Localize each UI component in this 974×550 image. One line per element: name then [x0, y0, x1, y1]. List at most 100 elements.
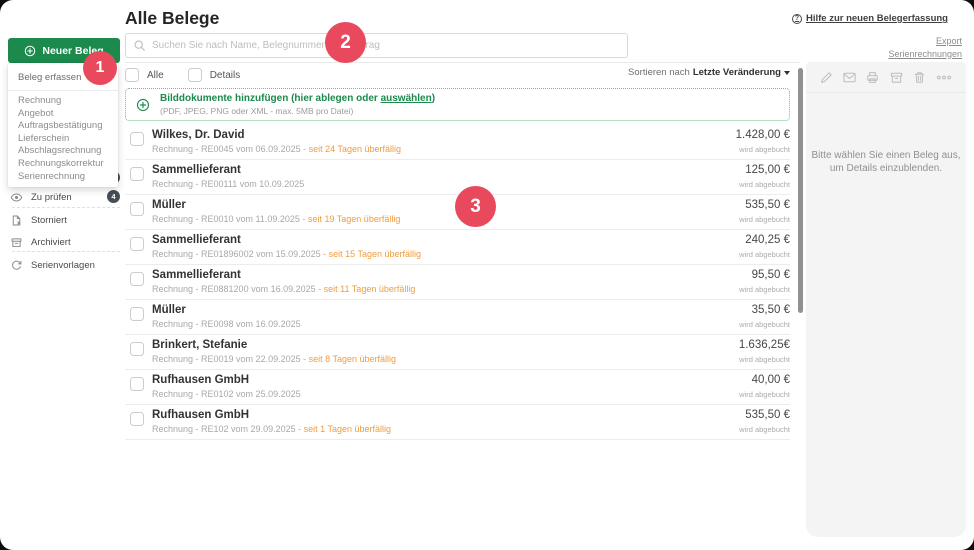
- overdue-label: - seit 15 Tagen überfällig: [321, 249, 421, 259]
- row-checkbox[interactable]: [130, 412, 144, 426]
- eye-icon: [10, 191, 23, 204]
- print-icon[interactable]: [865, 70, 880, 85]
- invoice-amount: 125,00 €: [745, 164, 790, 176]
- detail-panel: Bitte wählen Sie einen Beleg aus, um Det…: [806, 62, 966, 537]
- payment-note: wird abgebucht: [739, 145, 790, 154]
- invoice-meta: Rechnung - RE0019 vom 22.09.2025 - seit …: [152, 354, 396, 364]
- invoice-amount: 40,00 €: [752, 374, 790, 386]
- sidebar-item-storniert[interactable]: Storniert: [10, 212, 122, 228]
- invoice-name: Rufhausen GmbH: [152, 409, 249, 421]
- invoice-meta: Rechnung - RE00111 vom 10.09.2025: [152, 179, 304, 189]
- sidebar-separator: [12, 207, 120, 208]
- annotation-step-3: 3: [455, 186, 496, 227]
- dropzone-title: Bilddokumente hinzufügen (hier ablegen o…: [160, 93, 435, 105]
- overdue-label: - seit 1 Tagen überfällig: [296, 424, 391, 434]
- invoice-row[interactable]: Brinkert, Stefanie Rechnung - RE0019 vom…: [125, 335, 790, 370]
- invoice-amount: 35,50 €: [752, 304, 790, 316]
- menu-item-abschlagsrechnung[interactable]: Abschlagsrechnung: [8, 145, 118, 158]
- header-links: Export Serienrechnungen: [888, 35, 962, 60]
- invoice-row[interactable]: Sammellieferant Rechnung - RE0881200 vom…: [125, 265, 790, 300]
- page-title: Alle Belege: [125, 8, 219, 29]
- row-checkbox[interactable]: [130, 237, 144, 251]
- overdue-label: - seit 24 Tagen überfällig: [301, 144, 401, 154]
- sidebar-item-label: Serienvorlagen: [31, 260, 95, 271]
- recurring-icon: [10, 259, 23, 272]
- invoice-amount: 1.428,00 €: [736, 129, 790, 141]
- annotation-step-1: 1: [83, 51, 117, 85]
- invoice-row[interactable]: Müller Rechnung - RE0098 vom 16.09.2025 …: [125, 300, 790, 335]
- invoice-meta-text: Rechnung - RE0098 vom 16.09.2025: [152, 319, 301, 329]
- delete-trash-icon[interactable]: [912, 70, 927, 85]
- edit-pencil-icon[interactable]: [819, 70, 834, 85]
- dropzone-auswaehlen-link[interactable]: auswählen: [381, 93, 432, 104]
- details-label: Details: [210, 70, 241, 81]
- app-window: Neuer Beleg Entwürfe Zu prüfen 4 Stornie…: [0, 0, 974, 550]
- invoice-row[interactable]: Rufhausen GmbH Rechnung - RE102 vom 29.0…: [125, 405, 790, 440]
- payment-note: wird abgebucht: [739, 180, 790, 189]
- list-scrollbar[interactable]: [798, 68, 803, 313]
- invoice-amount: 535,50 €: [745, 409, 790, 421]
- plus-circle-icon: [136, 98, 150, 112]
- sidebar-item-label: Archiviert: [31, 237, 71, 248]
- invoice-row[interactable]: Sammellieferant Rechnung - RE00111 vom 1…: [125, 160, 790, 195]
- row-checkbox[interactable]: [130, 377, 144, 391]
- menu-item-serienrechnung[interactable]: Serienrechnung: [8, 171, 118, 184]
- invoice-meta-text: Rechnung - RE0045 vom 06.09.2025: [152, 144, 301, 154]
- sidebar-item-zu-pruefen[interactable]: Zu prüfen 4: [10, 189, 122, 205]
- export-link[interactable]: Export: [888, 35, 962, 48]
- invoice-name: Sammellieferant: [152, 269, 241, 281]
- detail-toolbar: [806, 62, 966, 93]
- help-link[interactable]: Hilfe zur neuen Belegerfassung: [792, 13, 948, 24]
- details-checkbox[interactable]: [188, 68, 202, 82]
- invoice-amount: 95,50 €: [752, 269, 790, 281]
- invoice-meta: Rechnung - RE0102 vom 25.09.2025: [152, 389, 301, 399]
- invoice-meta: Rechnung - RE102 vom 29.09.2025 - seit 1…: [152, 424, 391, 434]
- row-checkbox[interactable]: [130, 307, 144, 321]
- invoice-list: Wilkes, Dr. David Rechnung - RE0045 vom …: [125, 125, 790, 440]
- invoice-meta-text: Rechnung - RE0019 vom 22.09.2025: [152, 354, 301, 364]
- invoice-row[interactable]: Sammellieferant Rechnung - RE01896002 vo…: [125, 230, 790, 265]
- menu-divider: [8, 90, 118, 91]
- more-options-icon[interactable]: [935, 70, 953, 85]
- payment-note: wird abgebucht: [739, 250, 790, 259]
- search-icon: [133, 39, 146, 52]
- sidebar-separator: [12, 251, 120, 252]
- archive-icon[interactable]: [889, 70, 904, 85]
- serienrechnungen-link[interactable]: Serienrechnungen: [888, 48, 962, 61]
- email-envelope-icon[interactable]: [842, 70, 857, 85]
- invoice-meta-text: Rechnung - RE00111 vom 10.09.2025: [152, 179, 304, 189]
- menu-item-lieferschein[interactable]: Lieferschein: [8, 133, 118, 146]
- sidebar-item-serienvorlagen[interactable]: Serienvorlagen: [10, 257, 122, 273]
- sidebar-item-archiviert[interactable]: Archiviert: [10, 234, 122, 250]
- payment-note: wird abgebucht: [739, 320, 790, 329]
- payment-note: wird abgebucht: [739, 285, 790, 294]
- invoice-amount: 535,50 €: [745, 199, 790, 211]
- help-link-label: Hilfe zur neuen Belegerfassung: [806, 13, 948, 24]
- invoice-name: Müller: [152, 304, 186, 316]
- row-checkbox[interactable]: [130, 132, 144, 146]
- invoice-meta-text: Rechnung - RE0102 vom 25.09.2025: [152, 389, 301, 399]
- invoice-name: Sammellieferant: [152, 234, 241, 246]
- payment-note: wird abgebucht: [739, 215, 790, 224]
- empty-selection-message: Bitte wählen Sie einen Beleg aus, um Det…: [811, 149, 961, 175]
- dropzone-title-close: ): [432, 93, 435, 104]
- menu-item-rechnungskorrektur[interactable]: Rechnungskorrektur: [8, 158, 118, 171]
- invoice-row[interactable]: Rufhausen GmbH Rechnung - RE0102 vom 25.…: [125, 370, 790, 405]
- select-all-checkbox[interactable]: [125, 68, 139, 82]
- row-checkbox[interactable]: [130, 202, 144, 216]
- invoice-row[interactable]: Wilkes, Dr. David Rechnung - RE0045 vom …: [125, 125, 790, 160]
- search-input[interactable]: [125, 33, 628, 58]
- row-checkbox[interactable]: [130, 167, 144, 181]
- filter-row: Alle Details Sortieren nach Letzte Verän…: [125, 66, 790, 84]
- payment-note: wird abgebucht: [739, 425, 790, 434]
- row-checkbox[interactable]: [130, 342, 144, 356]
- menu-item-angebot[interactable]: Angebot: [8, 108, 118, 121]
- sort-prefix: Sortieren nach: [628, 67, 690, 78]
- header-divider: [125, 62, 800, 63]
- menu-item-auftragsbestaetigung[interactable]: Auftragsbestätigung: [8, 120, 118, 133]
- row-checkbox[interactable]: [130, 272, 144, 286]
- menu-item-rechnung[interactable]: Rechnung: [8, 95, 118, 108]
- invoice-amount: 1.636,25€: [739, 339, 790, 351]
- sort-dropdown[interactable]: Sortieren nach Letzte Veränderung: [628, 67, 790, 78]
- upload-dropzone[interactable]: Bilddokumente hinzufügen (hier ablegen o…: [125, 88, 790, 121]
